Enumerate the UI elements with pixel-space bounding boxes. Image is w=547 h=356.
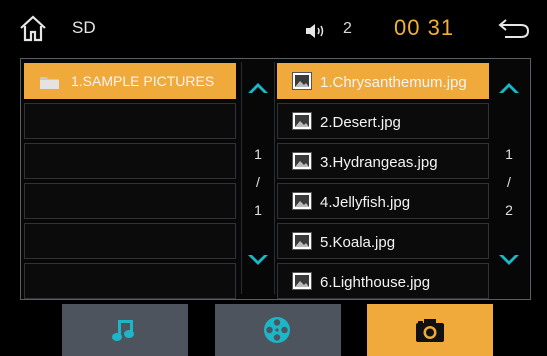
file-page-separator: /: [507, 174, 511, 190]
file-page-current: 1: [505, 146, 513, 162]
file-item[interactable]: 5.Koala.jpg: [277, 223, 489, 259]
browser-panel: 1.SAMPLE PICTURES 1 / 1 1.Chrysanthemum.…: [20, 58, 531, 300]
folder-page-total: 1: [254, 202, 262, 218]
file-page-total: 2: [505, 202, 513, 218]
home-icon[interactable]: [18, 14, 48, 42]
folder-item[interactable]: [24, 263, 236, 299]
folder-item[interactable]: [24, 223, 236, 259]
image-file-icon: [292, 112, 312, 130]
scroll-down-arrow-icon[interactable]: [499, 254, 519, 266]
tab-photo[interactable]: [367, 304, 493, 356]
volume-level: 2: [343, 20, 352, 37]
music-note-icon: [112, 320, 134, 341]
file-item[interactable]: 6.Lighthouse.jpg: [277, 263, 489, 299]
folder-item[interactable]: [24, 103, 236, 139]
image-file-icon: [292, 192, 312, 210]
folder-page-current: 1: [254, 146, 262, 162]
top-bar: SD 2 00 31: [0, 0, 547, 55]
folder-item[interactable]: 1.SAMPLE PICTURES: [24, 63, 236, 99]
tab-music[interactable]: [62, 304, 188, 356]
clock-time: 00 31: [394, 15, 455, 40]
video-reel-icon: [264, 317, 290, 343]
folder-page-separator: /: [256, 174, 260, 190]
scroll-up-arrow-icon[interactable]: [248, 82, 268, 94]
file-item-label: 5.Koala.jpg: [320, 234, 396, 251]
folder-item[interactable]: [24, 143, 236, 179]
file-list: 1.Chrysanthemum.jpg 2.Desert.jpg 3.Hydra…: [277, 63, 489, 303]
file-scrollbar: 1 / 2: [493, 62, 525, 294]
image-file-icon: [292, 232, 312, 250]
file-item[interactable]: 2.Desert.jpg: [277, 103, 489, 139]
folder-scrollbar: 1 / 1: [241, 62, 275, 294]
file-item-label: 1.Chrysanthemum.jpg: [320, 74, 467, 91]
file-item-label: 6.Lighthouse.jpg: [320, 274, 431, 291]
folder-icon: [40, 77, 59, 89]
image-file-icon: [292, 152, 312, 170]
source-label: SD: [72, 18, 96, 37]
folder-item-label: 1.SAMPLE PICTURES: [71, 73, 215, 89]
scroll-up-arrow-icon[interactable]: [499, 82, 519, 94]
tab-video[interactable]: [215, 304, 341, 356]
file-item-label: 4.Jellyfish.jpg: [320, 194, 411, 211]
file-item-label: 2.Desert.jpg: [320, 114, 401, 131]
speaker-icon: [306, 24, 324, 38]
image-file-icon: [292, 72, 312, 90]
camera-icon: [416, 319, 444, 342]
file-item[interactable]: 4.Jellyfish.jpg: [277, 183, 489, 219]
folder-item[interactable]: [24, 183, 236, 219]
file-item[interactable]: 1.Chrysanthemum.jpg: [277, 63, 489, 99]
image-file-icon: [292, 272, 312, 290]
file-item[interactable]: 3.Hydrangeas.jpg: [277, 143, 489, 179]
return-arrow-icon[interactable]: [497, 16, 531, 40]
folder-list: 1.SAMPLE PICTURES: [24, 63, 236, 303]
file-item-label: 3.Hydrangeas.jpg: [320, 154, 438, 171]
scroll-down-arrow-icon[interactable]: [248, 254, 268, 266]
